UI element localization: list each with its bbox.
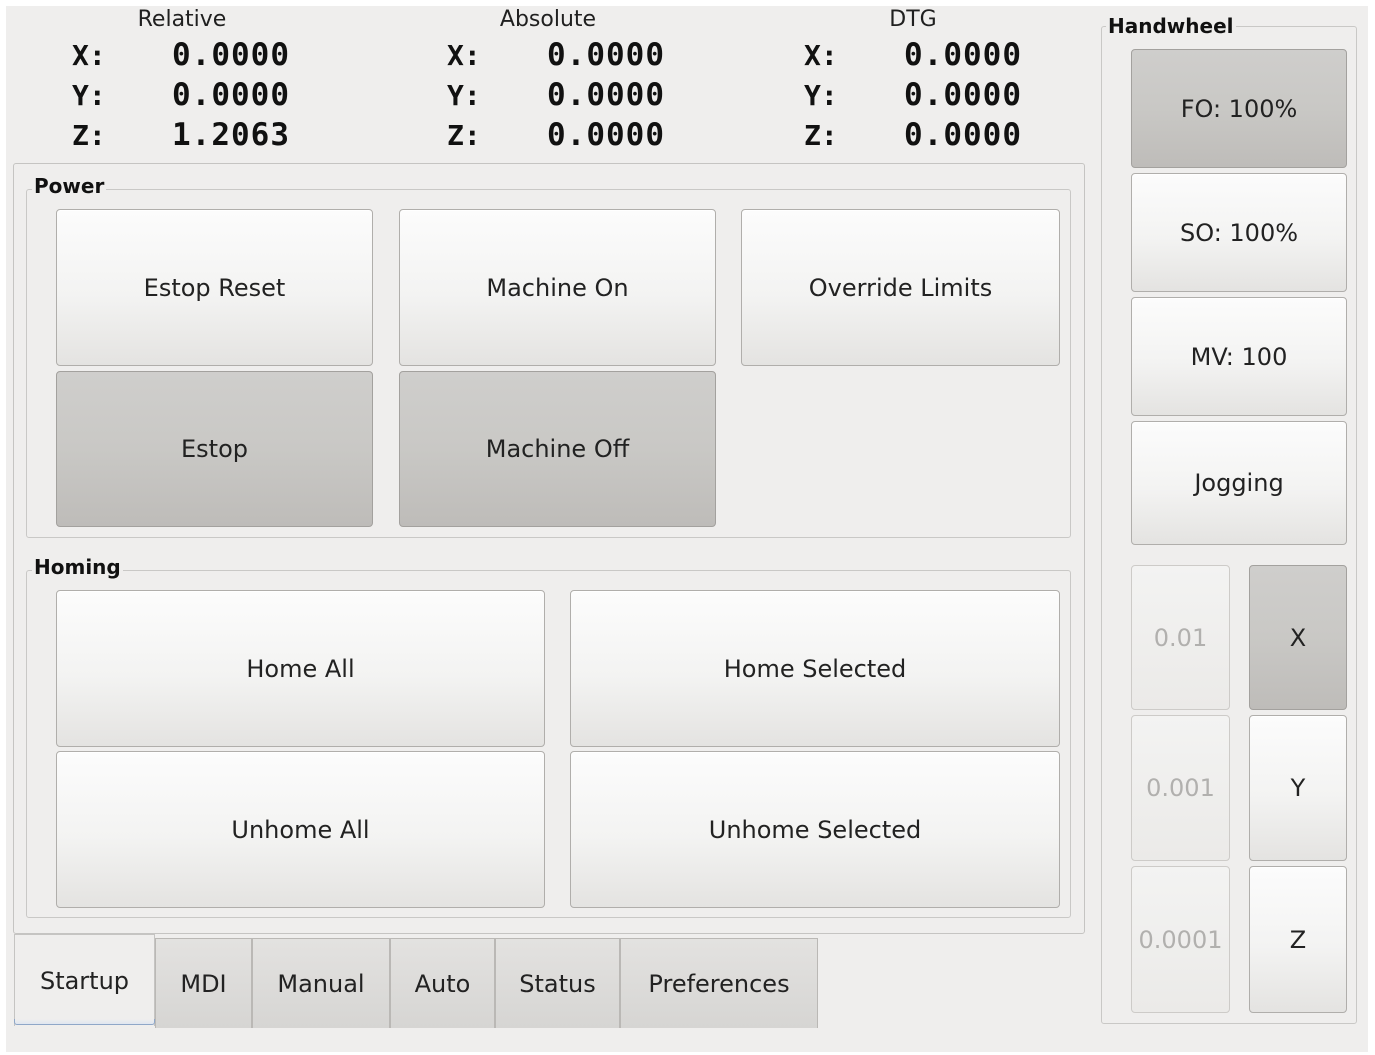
tab-auto[interactable]: Auto xyxy=(390,938,495,1028)
tab-mdi[interactable]: MDI xyxy=(155,938,252,1028)
tab-manual[interactable]: Manual xyxy=(252,938,390,1028)
dro-relative-y-label: Y: xyxy=(72,79,106,112)
override-limits-button[interactable]: Override Limits xyxy=(741,209,1060,366)
dro-relative-header: Relative xyxy=(137,7,227,32)
unhome-selected-button[interactable]: Unhome Selected xyxy=(570,751,1060,908)
dro-dtg-header: DTG xyxy=(889,7,937,32)
axis-y-button[interactable]: Y xyxy=(1249,715,1347,861)
handwheel-group-title: Handwheel xyxy=(1106,14,1236,38)
axis-z-button[interactable]: Z xyxy=(1249,866,1347,1013)
tab-startup[interactable]: Startup xyxy=(14,934,155,1026)
machine-on-button[interactable]: Machine On xyxy=(399,209,716,366)
estop-reset-button[interactable]: Estop Reset xyxy=(56,209,373,366)
tab-preferences[interactable]: Preferences xyxy=(620,938,818,1028)
max-velocity-button[interactable]: MV: 100 xyxy=(1131,297,1347,416)
dro-absolute-header: Absolute xyxy=(499,7,597,32)
dro-relative-y-value: 0.0000 xyxy=(172,77,290,113)
jogging-button[interactable]: Jogging xyxy=(1131,421,1347,545)
dro-absolute-y-label: Y: xyxy=(447,79,481,112)
dro-absolute-x-value: 0.0000 xyxy=(547,37,665,73)
home-all-button[interactable]: Home All xyxy=(56,590,545,747)
linuxcnc-touchy-window: Relative X: Y: Z: 0.0000 0.0000 1.2063 A… xyxy=(6,6,1368,1052)
feed-override-button[interactable]: FO: 100% xyxy=(1131,49,1347,168)
dro-relative-x-value: 0.0000 xyxy=(172,37,290,73)
increment-0-0001-button[interactable]: 0.0001 xyxy=(1131,866,1230,1013)
dro-dtg-x-value: 0.0000 xyxy=(904,37,1022,73)
dro-relative-x-label: X: xyxy=(72,39,106,72)
dro-dtg-x-label: X: xyxy=(804,39,838,72)
unhome-all-button[interactable]: Unhome All xyxy=(56,751,545,908)
power-group-title: Power xyxy=(32,174,107,198)
dro-dtg-z-label: Z: xyxy=(804,119,838,152)
tab-startup-indicator xyxy=(14,1019,155,1025)
dro-absolute-z-value: 0.0000 xyxy=(547,117,665,153)
increment-0-001-button[interactable]: 0.001 xyxy=(1131,715,1230,861)
dro-absolute-x-label: X: xyxy=(447,39,481,72)
spindle-override-button[interactable]: SO: 100% xyxy=(1131,173,1347,292)
dro-dtg-y-value: 0.0000 xyxy=(904,77,1022,113)
dro-relative-z-value: 1.2063 xyxy=(172,117,290,153)
axis-x-button[interactable]: X xyxy=(1249,565,1347,710)
dro-absolute-z-label: Z: xyxy=(447,119,481,152)
tab-status[interactable]: Status xyxy=(495,938,620,1028)
homing-group-title: Homing xyxy=(32,555,123,579)
machine-off-button[interactable]: Machine Off xyxy=(399,371,716,527)
dro-dtg-y-label: Y: xyxy=(804,79,838,112)
estop-button[interactable]: Estop xyxy=(56,371,373,527)
home-selected-button[interactable]: Home Selected xyxy=(570,590,1060,747)
increment-0-01-button[interactable]: 0.01 xyxy=(1131,565,1230,710)
dro-relative-z-label: Z: xyxy=(72,119,106,152)
dro-absolute-y-value: 0.0000 xyxy=(547,77,665,113)
dro-dtg-z-value: 0.0000 xyxy=(904,117,1022,153)
